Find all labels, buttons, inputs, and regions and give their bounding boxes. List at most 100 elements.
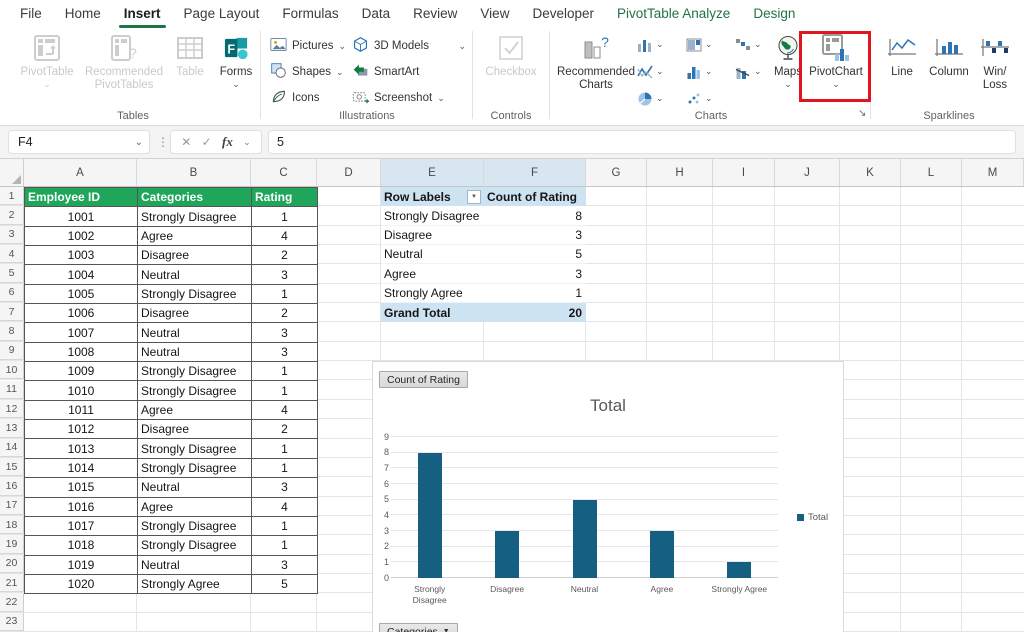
row-header-19[interactable]: 19 [0, 535, 24, 554]
table-cell[interactable]: Agree [138, 497, 252, 517]
insert-statistic-chart-button[interactable]: ⌄ [686, 64, 716, 80]
tab-home[interactable]: Home [63, 0, 103, 28]
sparkline-winloss-button[interactable]: Win/ Loss [976, 32, 1014, 92]
table-cell[interactable]: 1 [252, 439, 318, 459]
row-header-6[interactable]: 6 [0, 283, 24, 303]
table-cell[interactable]: 1002 [25, 226, 138, 247]
table-cell[interactable]: Disagree [138, 304, 252, 324]
pivot-filter-button[interactable]: ▼ [467, 189, 481, 204]
table-cell[interactable]: Strongly Disagree [138, 207, 252, 227]
tab-design[interactable]: Design [751, 0, 797, 28]
table-cell[interactable]: 1006 [25, 304, 138, 324]
table-cell[interactable]: Strongly Disagree [138, 516, 252, 537]
row-header-7[interactable]: 7 [0, 303, 24, 322]
pivot-value[interactable]: 1 [484, 284, 586, 304]
table-cell[interactable]: 1008 [25, 342, 138, 363]
sparkline-line-button[interactable]: Line [882, 32, 922, 79]
table-cell[interactable]: Strongly Disagree [138, 439, 252, 459]
maps-button[interactable]: Maps ⌄ [766, 32, 810, 89]
table-cell[interactable]: 1 [252, 536, 318, 556]
row-header-17[interactable]: 17 [0, 496, 24, 515]
select-all-button[interactable] [0, 159, 24, 186]
pictures-button[interactable]: Pictures ⌄ [270, 33, 346, 59]
screenshot-button[interactable]: Screenshot ⌄ [352, 85, 466, 111]
insert-column-chart-button[interactable]: ⌄ [637, 37, 667, 53]
table-cell[interactable]: 2 [252, 246, 318, 266]
pivot-value[interactable]: 3 [484, 264, 586, 284]
bar[interactable] [572, 499, 597, 578]
column-header-k[interactable]: K [840, 159, 901, 186]
icons-button[interactable]: Icons [270, 85, 346, 111]
sparkline-column-button[interactable]: Column [926, 32, 972, 79]
table-cell[interactable]: 1009 [25, 362, 138, 382]
row-header-4[interactable]: 4 [0, 245, 24, 264]
pivot-row-label[interactable]: Strongly Agree [381, 284, 484, 304]
tab-developer[interactable]: Developer [530, 0, 596, 28]
grand-total-label[interactable]: Grand Total [381, 303, 484, 323]
column-header-j[interactable]: J [775, 159, 840, 186]
insert-hierarchy-chart-button[interactable]: ⌄ [686, 37, 716, 53]
chart-legend[interactable]: Total [797, 512, 828, 523]
table-cell[interactable]: 1 [252, 284, 318, 305]
chart-field-button-axis[interactable]: Categories ▼ [379, 623, 458, 632]
row-header-12[interactable]: 12 [0, 399, 24, 419]
table-cell[interactable]: 5 [252, 574, 318, 595]
column-header-m[interactable]: M [962, 159, 1024, 186]
table-cell[interactable]: 1003 [25, 246, 138, 266]
table-cell[interactable]: 1 [252, 458, 318, 479]
bar[interactable] [649, 531, 674, 578]
table-cell[interactable]: Neutral [138, 555, 252, 575]
table-cell[interactable]: 1018 [25, 536, 138, 556]
table-cell[interactable]: 1010 [25, 381, 138, 401]
table-cell[interactable]: 3 [252, 478, 318, 498]
row-header-18[interactable]: 18 [0, 515, 24, 535]
insert-function-icon[interactable]: fx [222, 134, 233, 150]
table-cell[interactable]: 1004 [25, 265, 138, 285]
table-cell[interactable]: 1017 [25, 516, 138, 537]
formula-input[interactable]: 5 [268, 130, 1016, 154]
row-header-20[interactable]: 20 [0, 554, 24, 573]
tab-page-layout[interactable]: Page Layout [182, 0, 262, 28]
table-cell[interactable]: 1013 [25, 439, 138, 459]
table-cell[interactable]: 4 [252, 497, 318, 517]
table-cell[interactable]: 1011 [25, 400, 138, 421]
column-header-b[interactable]: B [137, 159, 251, 186]
tab-pivottable-analyze[interactable]: PivotTable Analyze [615, 0, 732, 28]
pivot-value[interactable]: 5 [484, 245, 586, 265]
table-cell[interactable]: 1 [252, 362, 318, 382]
tab-review[interactable]: Review [411, 0, 459, 28]
enter-icon[interactable]: ✓ [202, 135, 212, 149]
pivot-chart[interactable]: Count of Rating Total 0 1 2 3 4 5 6 7 8 9 Strongly… [372, 361, 844, 632]
tab-view[interactable]: View [478, 0, 511, 28]
table-header-cell[interactable]: Categories [138, 188, 252, 208]
bar[interactable] [495, 531, 520, 578]
pivotchart-button[interactable]: PivotChart ⌄ [806, 32, 866, 89]
row-header-11[interactable]: 11 [0, 380, 24, 399]
table-cell[interactable]: 1 [252, 381, 318, 401]
chevron-down-icon[interactable]: ⌄ [135, 137, 143, 148]
grand-total-value[interactable]: 20 [484, 303, 586, 323]
dialog-launcher-icon[interactable]: ↘ [858, 108, 866, 119]
table-cell[interactable]: 1001 [25, 207, 138, 227]
row-header-21[interactable]: 21 [0, 574, 24, 593]
shapes-button[interactable]: Shapes ⌄ [270, 59, 346, 85]
row-header-23[interactable]: 23 [0, 612, 24, 632]
table-cell[interactable]: 1012 [25, 420, 138, 440]
row-header-14[interactable]: 14 [0, 438, 24, 457]
row-header-1[interactable]: 1 [0, 187, 24, 206]
table-header-cell[interactable]: Rating [252, 188, 318, 208]
table-cell[interactable]: 2 [252, 304, 318, 324]
table-cell[interactable]: 1 [252, 516, 318, 537]
table-cell[interactable]: Strongly Disagree [138, 381, 252, 401]
table-cell[interactable]: 1019 [25, 555, 138, 575]
table-cell[interactable]: 3 [252, 342, 318, 363]
tab-formulas[interactable]: Formulas [280, 0, 340, 28]
insert-combo-chart-button[interactable]: ⌄ [735, 64, 765, 80]
tab-data[interactable]: Data [360, 0, 393, 28]
table-cell[interactable]: 2 [252, 420, 318, 440]
3d-models-button[interactable]: 3D Models ⌄ [352, 33, 466, 59]
insert-waterfall-chart-button[interactable]: ⌄ [735, 37, 765, 53]
pivot-value[interactable]: 8 [484, 206, 586, 226]
pivot-row-label[interactable]: Disagree [381, 226, 484, 246]
row-header-2[interactable]: 2 [0, 206, 24, 225]
